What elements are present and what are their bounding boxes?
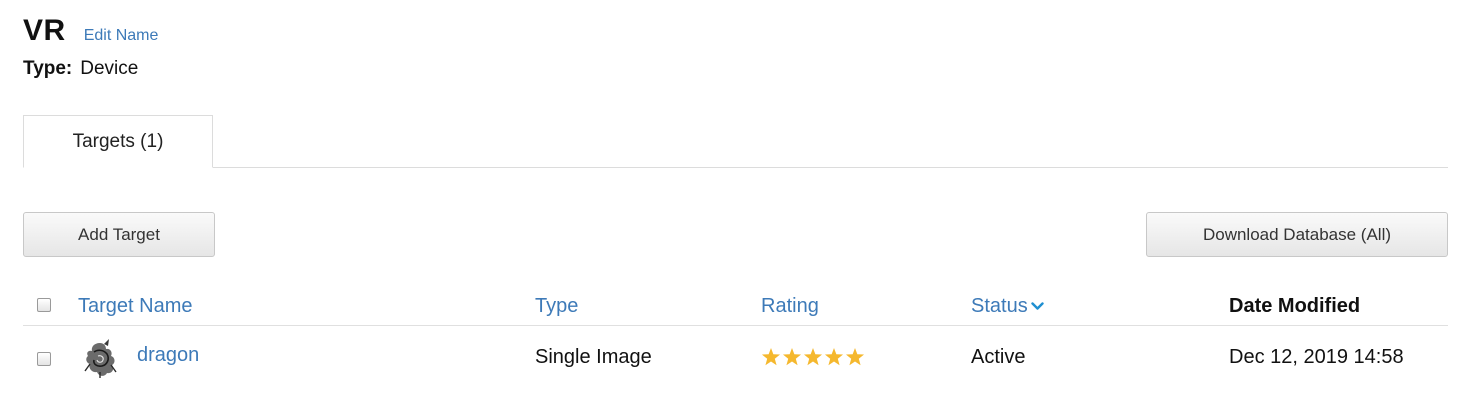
edit-name-link[interactable]: Edit Name [84, 27, 159, 45]
row-checkbox[interactable] [37, 352, 51, 366]
type-value: Device [80, 58, 139, 79]
type-label: Type: [23, 58, 73, 79]
star-icon [803, 348, 823, 366]
add-target-button[interactable]: Add Target [23, 212, 215, 257]
star-icon [845, 348, 865, 366]
status-badge: Active [971, 346, 1026, 368]
download-database-button[interactable]: Download Database (All) [1146, 212, 1448, 257]
table-header: Target Name Type Rating Status Date Modi… [23, 288, 1448, 326]
database-type: Type: Device [23, 58, 138, 80]
column-date-modified: Date Modified [1229, 295, 1361, 317]
column-status-label: Status [971, 295, 1028, 317]
dragon-thumbnail[interactable] [80, 338, 120, 380]
target-manager-page: VR Edit Name Type: Device Targets (1) Add… [0, 0, 1480, 408]
star-icon [782, 348, 802, 366]
target-name-link[interactable]: dragon [137, 344, 199, 367]
chevron-down-icon [1031, 302, 1044, 310]
tab-targets[interactable]: Targets (1) [23, 115, 213, 168]
table-row: dragon Single Image Active Dec 12, 2019 … [23, 336, 1448, 382]
title-row: VR Edit Name [23, 14, 158, 48]
rating-stars [761, 347, 865, 367]
column-status[interactable]: Status [971, 295, 1044, 318]
star-icon [824, 348, 844, 366]
tab-divider [23, 167, 1448, 168]
database-title: VR [23, 14, 66, 47]
target-type: Single Image [535, 346, 652, 368]
column-target-name[interactable]: Target Name [78, 295, 193, 318]
column-type[interactable]: Type [535, 295, 578, 318]
star-icon [761, 348, 781, 366]
date-modified: Dec 12, 2019 14:58 [1229, 346, 1404, 368]
column-rating[interactable]: Rating [761, 295, 819, 318]
select-all-checkbox[interactable] [37, 298, 51, 312]
